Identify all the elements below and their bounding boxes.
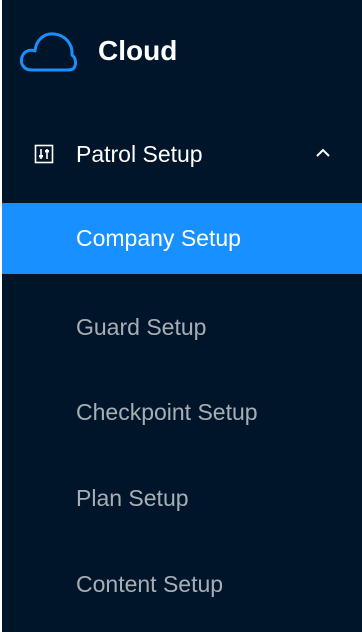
chevron-up-icon xyxy=(316,148,330,157)
cloud-icon xyxy=(19,32,77,72)
submenu-label: Patrol Setup xyxy=(76,140,203,167)
menu-item-guard-setup[interactable]: Guard Setup xyxy=(2,292,362,363)
menu-item-company-setup[interactable]: Company Setup xyxy=(2,203,362,274)
menu-item-plan-setup[interactable]: Plan Setup xyxy=(2,463,362,534)
menu-item-label: Guard Setup xyxy=(76,314,207,340)
menu-item-label: Content Setup xyxy=(76,571,224,597)
settings-panel-icon xyxy=(34,144,54,164)
menu-item-checkpoint-setup[interactable]: Checkpoint Setup xyxy=(2,377,362,448)
menu-item-content-setup[interactable]: Content Setup xyxy=(2,549,362,620)
app-name: Cloud xyxy=(98,35,178,66)
menu-item-label: Checkpoint Setup xyxy=(76,399,258,425)
app-logo[interactable]: Cloud xyxy=(18,24,177,78)
sidebar-menu: Cloud Patrol Setup Company Setup Guard S… xyxy=(0,0,362,632)
menu-item-label: Company Setup xyxy=(76,225,241,251)
menu-item-label: Plan Setup xyxy=(76,485,189,511)
submenu-patrol-setup[interactable]: Patrol Setup xyxy=(2,128,362,180)
